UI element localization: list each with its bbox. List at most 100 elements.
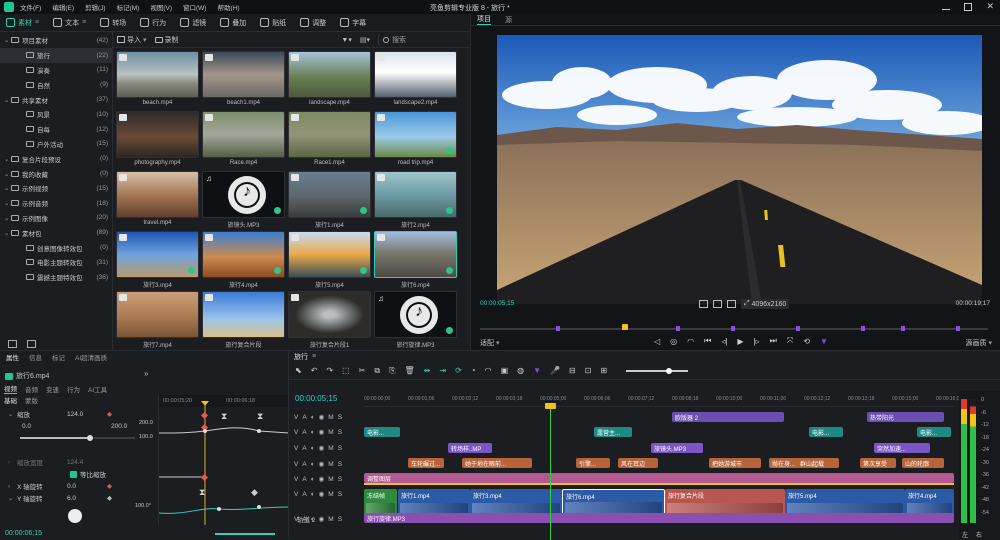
crop-icon[interactable]: [727, 300, 736, 308]
visibility-icon[interactable]: ◉: [319, 515, 325, 523]
camera-icon[interactable]: ◎: [670, 337, 677, 346]
marker-flag-icon[interactable]: [731, 326, 735, 331]
mask-icon[interactable]: ▣: [501, 366, 509, 375]
props-subtab-2[interactable]: 变速: [46, 384, 59, 394]
fit-icon[interactable]: [713, 300, 722, 308]
param-width-value[interactable]: 124.4: [67, 459, 83, 466]
step-back-icon[interactable]: ◃|: [721, 337, 727, 346]
media-item[interactable]: 旅行1.mp4: [288, 171, 371, 231]
menu-icon[interactable]: ≡: [312, 353, 316, 360]
undo-icon[interactable]: ↶: [311, 366, 318, 375]
timeline-clip[interactable]: 电影...: [917, 427, 951, 437]
video-toggle-icon[interactable]: V: [294, 476, 298, 483]
split-icon[interactable]: ⇹: [424, 366, 431, 375]
timeline-clip[interactable]: 电影...: [364, 427, 400, 437]
marker-flag-icon[interactable]: [956, 326, 960, 331]
mute-icon[interactable]: M: [328, 414, 333, 421]
audio-toggle-icon[interactable]: A: [302, 429, 306, 436]
play-icon[interactable]: ▶: [737, 337, 743, 346]
new-folder-icon[interactable]: [8, 340, 17, 348]
timeline-zoom-slider[interactable]: [626, 367, 689, 374]
tab-menu-icon[interactable]: ≡: [82, 19, 86, 26]
sidebar-item[interactable]: ⌄ 我的收藏 (0): [0, 166, 112, 181]
media-item[interactable]: 旅行3.mp4: [116, 231, 199, 291]
media-item[interactable]: 旅行2.mp4: [374, 171, 457, 231]
timeline-tab[interactable]: 旅行: [294, 352, 308, 362]
subtab-basic[interactable]: 基础: [4, 395, 17, 405]
volume-icon[interactable]: ◁: [654, 337, 660, 346]
chevron-down-icon[interactable]: ⌄: [4, 199, 11, 207]
toolbar-tab-8[interactable]: 字幕: [340, 18, 366, 28]
timeline-zoom-thumb[interactable]: [666, 367, 673, 374]
media-item[interactable]: 旅行4.mp4: [202, 231, 285, 291]
timeline-clip[interactable]: 引擎...: [576, 458, 610, 468]
audio-toggle-icon[interactable]: A: [302, 491, 306, 498]
chevron-down-icon[interactable]: ⌄: [4, 36, 11, 44]
collapse-icon[interactable]: »: [144, 369, 148, 378]
mute-icon[interactable]: M: [328, 445, 333, 452]
solo-icon[interactable]: S: [338, 429, 342, 436]
mic-icon[interactable]: 🎤: [550, 366, 560, 375]
video-toggle-icon[interactable]: V: [294, 445, 298, 452]
loop-icon[interactable]: ⟲: [803, 337, 810, 346]
import-button[interactable]: 导入 ▾: [117, 35, 147, 45]
sidebar-item[interactable]: 户外活动 (15): [0, 137, 112, 152]
subtab-mask[interactable]: 蒙版: [25, 395, 38, 405]
chevron-down-icon[interactable]: ⌄: [4, 214, 11, 222]
chevron-down-icon[interactable]: ⌄: [4, 96, 11, 104]
freeze-icon[interactable]: ◠: [485, 366, 492, 375]
resolution-display[interactable]: ⤢ 4096x2160: [741, 299, 790, 309]
video-toggle-icon[interactable]: V: [294, 429, 298, 436]
media-item[interactable]: ♪ ♫ 旅镜头.MP3: [202, 171, 285, 231]
timeline-clip[interactable]: 旅镜头.MP3: [651, 443, 703, 453]
param-xrot-value[interactable]: 0.0: [67, 483, 107, 490]
menu-item-6[interactable]: 帮助(H): [217, 2, 239, 12]
fullscreen-icon[interactable]: ⤧: [787, 336, 793, 346]
mute-icon[interactable]: M: [328, 476, 333, 483]
video-toggle-icon[interactable]: V: [294, 414, 298, 421]
media-item[interactable]: road trip.mp4: [374, 111, 457, 171]
media-item[interactable]: 旅行6.mp4: [374, 231, 457, 291]
sidebar-item[interactable]: 震撼主题特效包 (36): [0, 270, 112, 285]
chevron-down-icon[interactable]: ⌄: [4, 170, 11, 178]
toolbar-tab-1[interactable]: 文本 ≡: [53, 18, 86, 28]
timeline-clip[interactable]: 电影...: [809, 427, 843, 437]
solo-icon[interactable]: S: [338, 516, 342, 523]
timeline-clip[interactable]: 热带阳光: [867, 412, 944, 422]
lock-icon[interactable]: ◐: [311, 414, 315, 421]
menu-item-4[interactable]: 视图(V): [150, 2, 172, 12]
video-toggle-icon[interactable]: V: [294, 491, 298, 498]
toolbar-tab-6[interactable]: 贴纸: [260, 18, 286, 28]
keyframe-diamond-icon[interactable]: ◆: [107, 482, 112, 490]
zoom-select[interactable]: 源画质 ▾: [965, 338, 992, 348]
speed-icon[interactable]: ◔: [471, 366, 476, 375]
visibility-icon[interactable]: ◉: [319, 475, 325, 483]
video-toggle-icon[interactable]: V: [294, 461, 298, 468]
rotation-dial[interactable]: [68, 509, 82, 523]
lock-icon[interactable]: ◐: [311, 429, 315, 436]
track-keyframe-marker[interactable]: [364, 483, 954, 485]
audio-toggle-icon[interactable]: A: [302, 445, 306, 452]
sidebar-item[interactable]: ⌄ 复合片段预设 (0): [0, 151, 112, 166]
media-item[interactable]: 旅行5.mp4: [288, 231, 371, 291]
scale-slider-thumb[interactable]: [86, 435, 93, 441]
playhead-handle[interactable]: [545, 403, 556, 409]
toolbar-tab-2[interactable]: 转场: [100, 18, 126, 28]
props-subtab-4[interactable]: AI工具: [88, 384, 107, 394]
maximize-icon[interactable]: [964, 2, 973, 11]
media-item[interactable]: ♪ ♫ 旅行旋律.MP3: [374, 291, 457, 351]
sidebar-item[interactable]: 风景 (10): [0, 107, 112, 122]
record-icon[interactable]: ◍: [517, 366, 524, 375]
media-item[interactable]: beach.mp4: [116, 51, 199, 111]
marker-flag-icon[interactable]: [796, 326, 800, 331]
media-item[interactable]: Race.mp4: [202, 111, 285, 171]
timeline-clip[interactable]: 第次享受: [860, 458, 896, 468]
preview-viewer[interactable]: [497, 35, 982, 304]
solo-icon[interactable]: S: [338, 461, 342, 468]
media-item[interactable]: landscape2.mp4: [374, 51, 457, 111]
mute-icon[interactable]: M: [328, 491, 333, 498]
marker-flag-icon[interactable]: [676, 326, 680, 331]
toolbar-tab-5[interactable]: 叠加: [220, 18, 246, 28]
visibility-icon[interactable]: ◉: [319, 413, 325, 421]
visibility-icon[interactable]: ◉: [319, 444, 325, 452]
